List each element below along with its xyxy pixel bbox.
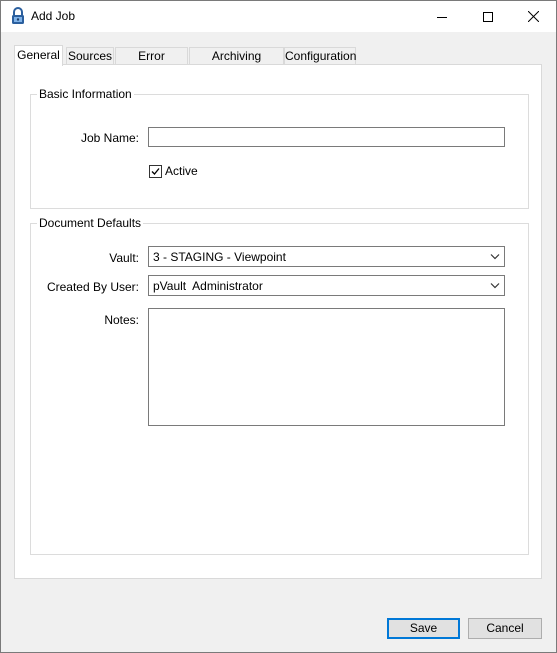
tab-archiving-options[interactable]: Archiving Options [189, 47, 284, 80]
save-button[interactable]: Save [387, 618, 460, 639]
job-name-input[interactable] [148, 127, 505, 147]
tab-sources[interactable]: Sources [66, 47, 114, 65]
created-by-user-selected-value: pVault Administrator [153, 279, 263, 293]
minimize-button[interactable] [419, 1, 465, 32]
close-button[interactable] [510, 1, 556, 32]
basic-information-group: Basic Information Job Name: Active [30, 87, 529, 209]
tab-error-options[interactable]: Error Options [115, 47, 188, 80]
chevron-down-icon [490, 283, 500, 289]
created-by-user-label: Created By User: [46, 280, 139, 294]
tab-general[interactable]: General [14, 45, 63, 66]
basic-information-title: Basic Information [37, 87, 134, 101]
add-job-window: Add Job General Sources Error Options Ar… [0, 0, 557, 653]
job-name-label: Job Name: [80, 131, 139, 145]
active-label[interactable]: Active [165, 164, 198, 178]
general-tab-panel: Basic Information Job Name: Active Docum… [14, 64, 542, 579]
notes-label: Notes: [104, 313, 139, 327]
chevron-down-icon [490, 254, 500, 260]
vault-selected-value: 3 - STAGING - Viewpoint [153, 250, 286, 264]
close-icon [527, 11, 539, 22]
title-bar[interactable]: Add Job [1, 1, 556, 32]
document-defaults-title: Document Defaults [37, 216, 144, 230]
created-by-user-dropdown[interactable]: pVault Administrator [148, 275, 505, 296]
vault-dropdown[interactable]: 3 - STAGING - Viewpoint [148, 246, 505, 267]
cancel-button[interactable]: Cancel [468, 618, 542, 639]
checkmark-icon [151, 168, 160, 175]
tab-configuration[interactable]: Configuration [284, 47, 356, 65]
maximize-button[interactable] [465, 1, 511, 32]
vault-label: Vault: [109, 251, 139, 265]
document-defaults-group: Document Defaults Vault: 3 - STAGING - V… [30, 216, 529, 555]
notes-textarea[interactable] [148, 308, 505, 426]
minimize-icon [437, 16, 447, 18]
window-title: Add Job [31, 9, 76, 23]
maximize-icon [483, 11, 493, 22]
lock-icon [10, 7, 26, 25]
active-checkbox[interactable] [149, 165, 162, 178]
